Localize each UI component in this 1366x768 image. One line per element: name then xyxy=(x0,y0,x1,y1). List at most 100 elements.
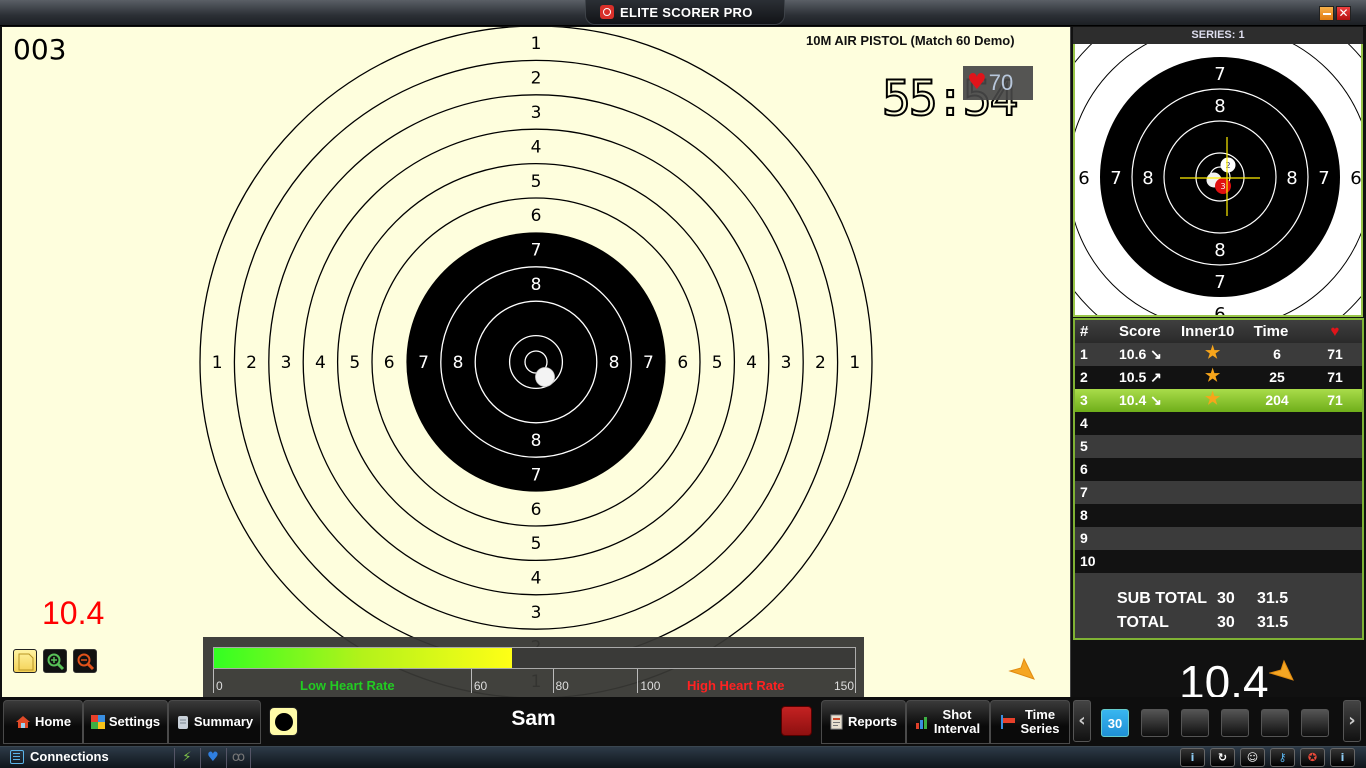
note-button[interactable] xyxy=(13,649,37,673)
plug-icon: ⚡ xyxy=(174,748,199,768)
aiming-black xyxy=(406,232,666,492)
score-row[interactable]: 10 xyxy=(1075,550,1362,573)
minimize-button[interactable] xyxy=(1319,6,1334,21)
heart-rate-bar: 0 60 80 100 150 Low Heart Rate High Heart Rate xyxy=(203,637,864,697)
hr-tick-label: 150 xyxy=(834,679,855,693)
key-button[interactable]: ⚷ xyxy=(1270,748,1295,767)
shot-heart-rate: 71 xyxy=(1327,369,1343,385)
main-target: 11112222333344445555666677778888 xyxy=(199,27,873,697)
series-box[interactable] xyxy=(1181,709,1209,737)
score-row[interactable]: 6 xyxy=(1075,458,1362,481)
shot-number: 1 xyxy=(1080,346,1088,362)
help-lifebuoy-icon: ✪ xyxy=(1307,751,1318,764)
about-button[interactable]: i xyxy=(1330,748,1355,767)
home-label: Home xyxy=(34,714,72,730)
ring-label: 2 xyxy=(531,69,542,89)
shot-number: 7 xyxy=(1080,484,1088,500)
user-icon: ☺ xyxy=(1246,751,1259,764)
ring-label: 8 xyxy=(453,353,464,373)
score-row[interactable]: 7 xyxy=(1075,481,1362,504)
score-row[interactable]: 9 xyxy=(1075,527,1362,550)
app-logo-icon xyxy=(600,5,614,19)
note-icon xyxy=(18,653,34,671)
score-row[interactable]: 4 xyxy=(1075,412,1362,435)
score-row[interactable]: 1 10.6 ↘ ★ 6 71 xyxy=(1075,343,1362,366)
info-button[interactable]: i xyxy=(1180,748,1205,767)
series-box[interactable] xyxy=(1141,709,1169,737)
settings-button[interactable]: Settings xyxy=(83,700,168,744)
shot-interval-button[interactable]: Shot Interval xyxy=(906,700,990,744)
title-bar: ELITE SCORER PRO ✕ xyxy=(0,0,1366,26)
ring-label: 7 xyxy=(531,465,542,485)
ring-label: 5 xyxy=(531,534,542,554)
ring-label: 3 xyxy=(531,603,542,623)
score-row[interactable]: 5 xyxy=(1075,435,1362,458)
summary-button[interactable]: Summary xyxy=(168,700,261,744)
heart-rate-badge: ♥ 70 xyxy=(963,66,1033,100)
right-panel: 6667777888823 SERIES: 1 # Score Inner10 … xyxy=(1070,27,1366,705)
ring-label: 7 xyxy=(643,353,654,373)
ring-label: 4 xyxy=(746,353,757,373)
heart-rate-scale: 0 60 80 100 150 Low Heart Rate High Heart Rate xyxy=(213,669,856,695)
series-box[interactable] xyxy=(1261,709,1289,737)
ring-label: 7 xyxy=(531,241,542,261)
connections-button[interactable]: Connections xyxy=(10,749,109,764)
score-row[interactable]: 3 10.4 ↘ ★ 204 71 xyxy=(1075,389,1362,412)
score-row[interactable]: 8 xyxy=(1075,504,1362,527)
hr-tick xyxy=(213,669,214,693)
key-icon: ⚷ xyxy=(1278,751,1287,764)
stop-button[interactable] xyxy=(781,706,812,736)
mini-shot-2-label: 2 xyxy=(1225,161,1230,170)
hr-tick xyxy=(552,669,554,693)
ring-label: 6 xyxy=(531,206,542,226)
shot-counter: 003 xyxy=(13,33,67,66)
close-button[interactable]: ✕ xyxy=(1336,6,1351,21)
subtotal-integer: 30 xyxy=(1217,590,1235,607)
ring-label: 6 xyxy=(384,353,395,373)
zoom-in-button[interactable] xyxy=(43,649,67,673)
series-header: SERIES: 1 xyxy=(1073,27,1363,44)
info-icon: i xyxy=(1190,751,1195,764)
home-icon xyxy=(15,716,30,728)
score-row[interactable]: 2 10.5 ↗ ★ 25 71 xyxy=(1075,366,1362,389)
refresh-icon: ↻ xyxy=(1217,751,1228,764)
table-header: # Score Inner10 Time ♥ xyxy=(1075,320,1362,343)
user-button[interactable]: ☺ xyxy=(1240,748,1265,767)
mini-ring-label: 6 xyxy=(1214,304,1225,317)
series-target-view[interactable]: 6667777888823 xyxy=(1073,27,1363,317)
target-area[interactable]: 11112222333344445555666677778888 003 10M… xyxy=(2,27,1070,697)
ring-label: 6 xyxy=(677,353,688,373)
time-series-button[interactable]: Time Series xyxy=(990,700,1070,744)
mini-ring-label: 6 xyxy=(1350,168,1361,189)
connections-label: Connections xyxy=(30,749,109,764)
bar-chart-icon xyxy=(916,717,927,729)
ring-label: 4 xyxy=(531,569,542,589)
ring-label: 3 xyxy=(281,353,292,373)
series-next-button[interactable]: › xyxy=(1343,700,1361,742)
ring-label: 2 xyxy=(815,353,826,373)
series-box[interactable] xyxy=(1301,709,1329,737)
inner10-star-icon: ★ xyxy=(1205,343,1221,362)
reports-button[interactable]: Reports xyxy=(821,700,906,744)
mini-ring-label: 7 xyxy=(1214,272,1225,293)
series-box[interactable]: 30 xyxy=(1101,709,1129,737)
series-prev-button[interactable]: ‹ xyxy=(1073,700,1091,742)
heart-rate-track xyxy=(213,647,856,669)
help-button[interactable]: ✪ xyxy=(1300,748,1325,767)
low-heart-rate-label: Low Heart Rate xyxy=(300,678,395,693)
subtotal-label: SUB TOTAL xyxy=(1117,590,1208,607)
target-type-toggle[interactable] xyxy=(269,707,298,736)
home-button[interactable]: Home xyxy=(3,700,83,744)
shot-heart-rate: 71 xyxy=(1327,392,1343,408)
ring-label: 4 xyxy=(315,353,326,373)
zoom-out-button[interactable] xyxy=(73,649,97,673)
header-inner10: Inner10 xyxy=(1181,323,1235,340)
shot-number: 3 xyxy=(1080,392,1088,408)
about-icon: i xyxy=(1340,751,1345,764)
shot-time: 204 xyxy=(1265,392,1289,408)
refresh-button[interactable]: ↻ xyxy=(1210,748,1235,767)
time-series-flag-icon xyxy=(1001,715,1015,729)
hr-tick-label: 60 xyxy=(473,679,488,693)
shot-score: 10.4 ↘ xyxy=(1119,392,1162,408)
series-box[interactable] xyxy=(1221,709,1249,737)
